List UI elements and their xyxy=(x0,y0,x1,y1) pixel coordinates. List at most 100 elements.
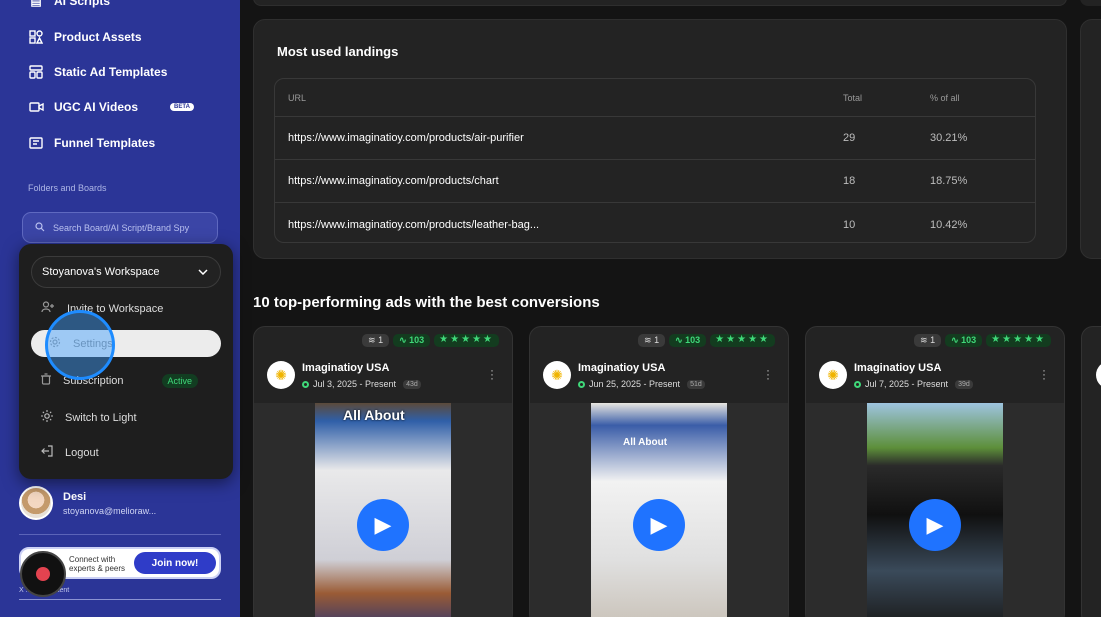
user-profile[interactable]: Desi stoyanova@melioraw... xyxy=(19,486,156,520)
live-status-icon xyxy=(578,380,585,388)
table-row[interactable]: https://www.imaginatioy.com/products/cha… xyxy=(275,160,1035,203)
account-menu: Stoyanova's Workspace Invite to Workspac… xyxy=(19,244,233,479)
landings-panel: Most used landings URL Total % of all ht… xyxy=(253,19,1067,259)
layers-count-badge: ≋ 1 xyxy=(362,334,390,347)
sidebar-item-label: Funnel Templates xyxy=(54,136,156,150)
sidebar-item-product-assets[interactable]: Product Assets xyxy=(28,30,142,44)
play-button[interactable]: ▶ xyxy=(357,499,409,551)
more-options-icon[interactable]: · · · xyxy=(766,364,770,384)
count-value: 1 xyxy=(930,335,936,345)
sun-icon xyxy=(41,410,53,425)
ad-media: ▶ xyxy=(806,403,1064,617)
gear-icon xyxy=(49,336,61,351)
join-text-line2: experts & peers xyxy=(69,564,126,573)
count-value: 1 xyxy=(654,335,660,345)
menu-item-settings[interactable]: Settings xyxy=(31,330,221,357)
rating-stars: ★★★★★ xyxy=(710,334,775,347)
workspace-selector[interactable]: Stoyanova's Workspace xyxy=(31,256,221,288)
count-value: 1 xyxy=(378,335,384,345)
card-top-partial xyxy=(253,0,1067,6)
score-value: 103 xyxy=(961,335,977,345)
ad-card[interactable]: ≋ 1 ∿ 103 ★★★★★ ✺ Imaginatioy USA Jun 25… xyxy=(529,326,789,617)
script-icon: ▤ xyxy=(30,0,42,8)
table-header: URL Total % of all xyxy=(275,79,1035,117)
beta-badge: BETA xyxy=(170,103,194,111)
score-badge: ∿ 103 xyxy=(945,334,983,347)
sidebar-item-static-ad-templates[interactable]: Static Ad Templates xyxy=(28,65,167,79)
ad-card[interactable]: ≋ 1 ∿ 103 ★★★★★ ✺ Imaginatioy USA Jul 3,… xyxy=(253,326,513,617)
user-email: stoyanova@melioraw... xyxy=(63,505,157,516)
live-status-icon xyxy=(302,380,309,388)
total-cell: 18 xyxy=(843,175,856,187)
search-placeholder: Search Board/AI Script/Brand Spy xyxy=(53,222,190,233)
menu-item-switch-light[interactable]: Switch to Light xyxy=(31,404,221,431)
record-button[interactable] xyxy=(20,551,66,597)
thumbnail-text: All About xyxy=(343,407,405,423)
score-badge: ∿ 103 xyxy=(669,334,707,347)
join-text-line1: Connect with xyxy=(69,555,116,564)
sidebar-item-ugc-ai-videos[interactable]: UGC AI Videos BETA xyxy=(28,100,194,114)
menu-item-invite[interactable]: Invite to Workspace xyxy=(31,295,221,322)
ad-badges: ≋ 1 ∿ 103 ★★★★★ xyxy=(914,334,1051,347)
percent-cell: 10.42% xyxy=(930,218,968,231)
ad-date: Jul 3, 2025 - Present 43d xyxy=(302,379,421,389)
brand-name[interactable]: Imaginatioy USA xyxy=(578,362,665,374)
days-badge: 39d xyxy=(955,379,973,389)
url-cell[interactable]: https://www.imaginatioy.com/products/air… xyxy=(275,132,843,144)
table-row[interactable]: https://www.imaginatioy.com/products/air… xyxy=(275,117,1035,160)
ad-media: All About ▶ xyxy=(254,403,512,617)
card-top-partial xyxy=(1080,0,1101,6)
assets-icon xyxy=(28,30,44,44)
percent-cell: 30.21% xyxy=(930,132,968,144)
brand-logo: ✺ xyxy=(819,361,847,389)
sidebar-item-funnel-templates[interactable]: Funnel Templates xyxy=(28,136,155,150)
record-icon xyxy=(36,567,50,581)
ad-badges: ≋ 1 ∿ 103 ★★★★★ xyxy=(362,334,499,347)
ad-card-partial xyxy=(1081,326,1101,617)
sidebar-item-label: UGC AI Videos xyxy=(54,100,139,114)
score-value: 103 xyxy=(685,335,701,345)
sidebar-item-label: Static Ad Templates xyxy=(54,65,168,79)
date-range: Jul 3, 2025 - Present xyxy=(313,379,397,389)
days-badge: 43d xyxy=(403,379,421,389)
join-now-button[interactable]: Join now! xyxy=(134,552,216,574)
avatar xyxy=(19,486,53,520)
divider xyxy=(19,599,221,600)
sidebar-item-label: AI Scripts xyxy=(54,0,111,8)
ad-date: Jul 7, 2025 - Present 39d xyxy=(854,379,973,389)
user-name: Desi xyxy=(63,490,87,503)
ad-card[interactable]: ≋ 1 ∿ 103 ★★★★★ ✺ Imaginatioy USA Jul 7,… xyxy=(805,326,1065,617)
divider xyxy=(19,534,221,535)
play-button[interactable]: ▶ xyxy=(909,499,961,551)
brand-name[interactable]: Imaginatioy USA xyxy=(302,362,389,374)
url-cell[interactable]: https://www.imaginatioy.com/products/cha… xyxy=(275,175,843,187)
brand-name[interactable]: Imaginatioy USA xyxy=(854,362,941,374)
brand-logo xyxy=(1096,361,1101,389)
column-header: % of all xyxy=(930,92,960,103)
more-options-icon[interactable]: · · · xyxy=(1042,364,1046,384)
sidebar-item-label: Product Assets xyxy=(54,30,142,44)
table-row[interactable]: https://www.imaginatioy.com/products/lea… xyxy=(275,203,1035,242)
sidebar-item-ai-scripts[interactable]: ▤ AI Scripts xyxy=(28,0,110,8)
logout-icon xyxy=(41,445,53,460)
brand-logo: ✺ xyxy=(543,361,571,389)
search-input[interactable]: Search Board/AI Script/Brand Spy xyxy=(22,212,218,243)
chevron-down-icon xyxy=(198,266,208,278)
url-cell[interactable]: https://www.imaginatioy.com/products/lea… xyxy=(275,219,843,231)
landings-table: URL Total % of all https://www.imaginati… xyxy=(274,78,1036,243)
score-badge: ∿ 103 xyxy=(393,334,431,347)
date-range: Jul 7, 2025 - Present xyxy=(865,379,949,389)
more-options-icon[interactable]: · · · xyxy=(490,364,494,384)
days-badge: 51d xyxy=(687,379,705,389)
menu-item-label: Subscription xyxy=(63,374,124,387)
template-icon xyxy=(28,65,44,79)
column-header: Total xyxy=(843,92,863,103)
section-title: 10 top-performing ads with the best conv… xyxy=(253,294,600,311)
play-button[interactable]: ▶ xyxy=(633,499,685,551)
brand-logo: ✺ xyxy=(267,361,295,389)
total-cell: 10 xyxy=(843,218,856,231)
score-value: 103 xyxy=(409,335,425,345)
menu-item-subscription[interactable]: Subscription Active xyxy=(31,367,221,394)
menu-item-logout[interactable]: Logout xyxy=(31,439,221,466)
trash-icon xyxy=(41,373,51,388)
